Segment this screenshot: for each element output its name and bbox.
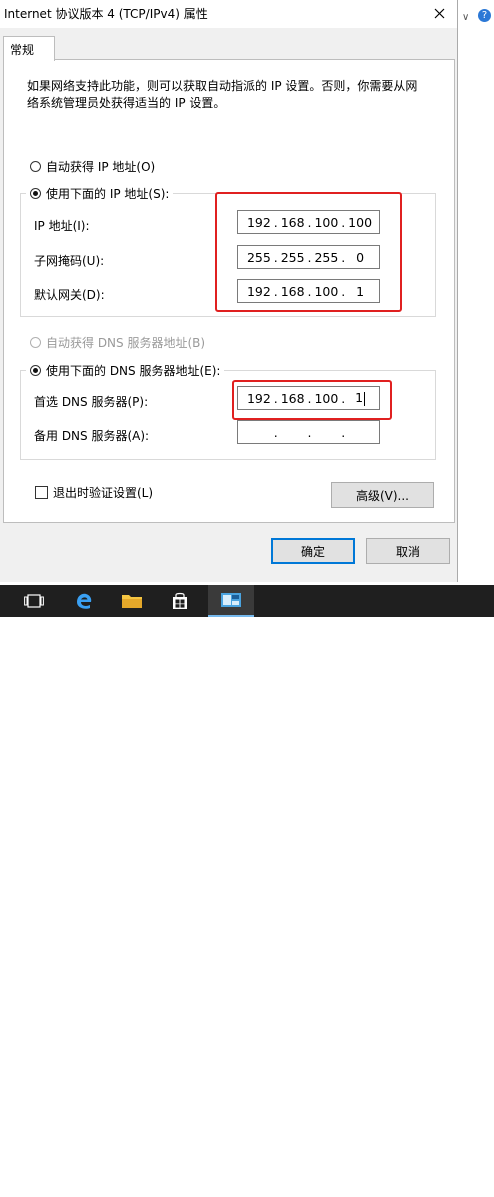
auto-ip-label: 自动获得 IP 地址(O) [46,160,156,174]
tab-general-label: 常规 [10,43,35,57]
ok-button[interactable]: 确定 [271,538,355,564]
validate-on-exit-label: 退出时验证设置(L) [53,486,154,500]
manual-dns-label: 使用下面的 DNS 服务器地址(E): [46,364,221,378]
default-gateway-label: 默认网关(D): [34,288,105,302]
edge-button[interactable] [64,585,104,617]
ip-fields-highlight [215,192,402,312]
dialog-title: Internet 协议版本 4 (TCP/IPv4) 属性 [4,7,208,21]
auto-dns-label: 自动获得 DNS 服务器地址(B) [46,336,206,350]
manual-dns-radio[interactable] [30,365,41,376]
ip-address-label: IP 地址(I): [34,219,90,233]
background-help-icon[interactable]: ? [478,9,491,22]
validate-on-exit-checkbox[interactable] [35,486,48,499]
task-view-icon [24,594,44,608]
auto-dns-radio [30,337,41,348]
cancel-button[interactable]: 取消 [366,538,450,564]
auto-ip-radio[interactable] [30,161,41,172]
close-icon [434,8,444,18]
file-explorer-button[interactable] [112,585,152,617]
advanced-button[interactable]: 高级(V)... [331,482,434,508]
dns-field-highlight [232,380,392,420]
network-settings-taskbar-button[interactable] [208,585,254,617]
manual-dns-option[interactable]: 使用下面的 DNS 服务器地址(E): [26,362,225,379]
manual-ip-option[interactable]: 使用下面的 IP 地址(S): [26,185,174,202]
alternate-dns-label: 备用 DNS 服务器(A): [34,429,150,443]
auto-ip-option[interactable]: 自动获得 IP 地址(O) [30,158,155,175]
manual-ip-radio[interactable] [30,188,41,199]
background-chevron-icon: ∨ [462,12,470,23]
store-bag-icon [173,592,187,609]
folder-icon [122,595,142,608]
edge-browser-icon [77,593,92,609]
ipv4-properties-dialog: Internet 协议版本 4 (TCP/IPv4) 属性 常规 如果网络支持此… [0,0,458,582]
subnet-mask-label: 子网掩码(U): [34,254,105,268]
store-button[interactable] [160,585,200,617]
watermark-text: @51CTO博客 [384,1182,467,1197]
network-control-panel-icon [221,593,241,607]
manual-ip-label: 使用下面的 IP 地址(S): [46,187,170,201]
auto-dns-option: 自动获得 DNS 服务器地址(B) [30,334,205,351]
close-button[interactable] [427,2,451,24]
alternate-dns-input[interactable]: . . . [237,420,380,444]
validate-on-exit-option[interactable]: 退出时验证设置(L) [35,484,153,501]
task-view-button[interactable] [14,585,54,617]
title-bar[interactable]: Internet 协议版本 4 (TCP/IPv4) 属性 [0,0,457,28]
taskbar: @51CTO博客 [0,585,494,1197]
tab-general[interactable]: 常规 [3,36,55,61]
description-text: 如果网络支持此功能，则可以获取自动指派的 IP 设置。否则，你需要从网络系统管理… [27,79,418,110]
preferred-dns-label: 首选 DNS 服务器(P): [34,395,149,409]
